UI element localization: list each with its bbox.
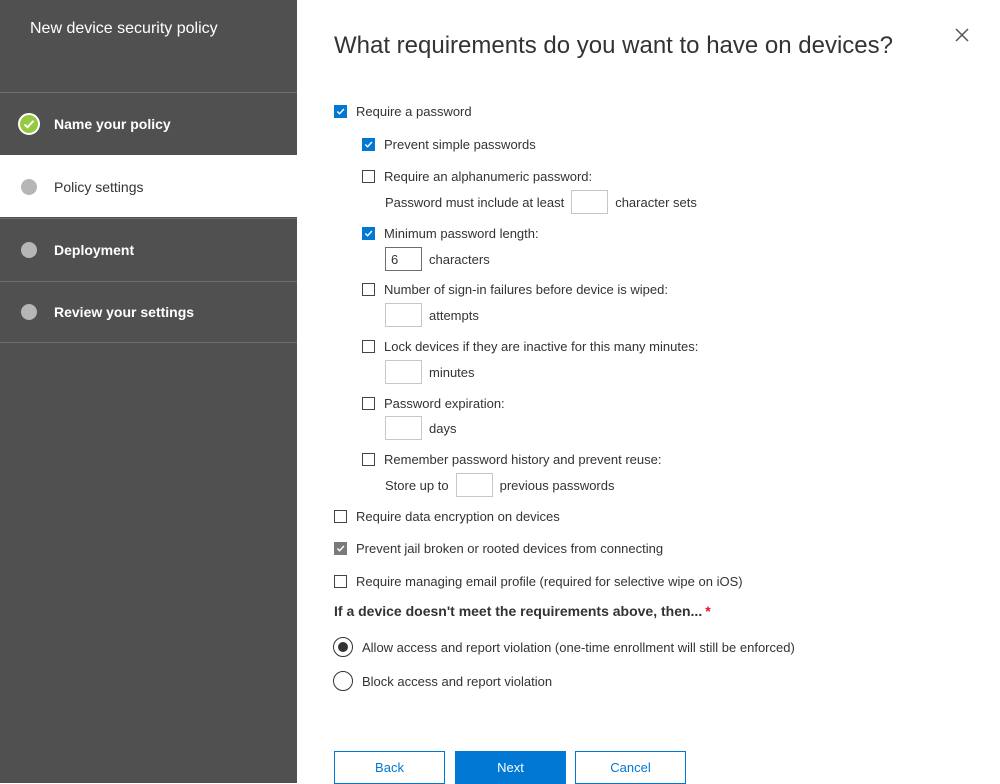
step-deployment[interactable]: Deployment xyxy=(0,218,297,280)
signin-failures-label: Number of sign-in failures before device… xyxy=(384,282,668,297)
require-password-option[interactable]: Require a password xyxy=(334,104,472,119)
expiration-label: Password expiration: xyxy=(384,396,505,411)
data-encryption-option[interactable]: Require data encryption on devices xyxy=(334,509,560,524)
previous-passwords-input[interactable] xyxy=(455,473,493,497)
wizard-title: New device security policy xyxy=(30,20,218,37)
history-suffix: previous passwords xyxy=(499,477,615,493)
violation-question: If a device doesn't meet the requirement… xyxy=(334,603,711,619)
history-prefix: Store up to xyxy=(385,477,449,493)
min-length-sub: characters xyxy=(385,247,490,271)
jailbreak-option: Prevent jail broken or rooted devices fr… xyxy=(334,541,663,556)
checkmark-icon xyxy=(364,141,373,148)
checkmark-icon xyxy=(336,545,345,552)
step-label: Deployment xyxy=(54,241,135,258)
radio-selected-dot xyxy=(338,642,348,652)
email-profile-checkbox[interactable] xyxy=(334,575,347,588)
expiration-checkbox[interactable] xyxy=(362,397,375,410)
history-label: Remember password history and prevent re… xyxy=(384,452,662,467)
block-access-radio[interactable] xyxy=(333,671,353,691)
require-password-checkbox[interactable] xyxy=(334,105,347,118)
prevent-simple-label: Prevent simple passwords xyxy=(384,137,536,152)
step-label: Review your settings xyxy=(54,304,195,320)
alphanumeric-sub: Password must include at least character… xyxy=(385,190,697,214)
prevent-simple-checkbox[interactable] xyxy=(362,138,375,151)
signin-failures-option[interactable]: Number of sign-in failures before device… xyxy=(362,282,668,297)
jailbreak-checkbox xyxy=(334,542,347,555)
close-icon[interactable] xyxy=(953,26,971,44)
back-button[interactable]: Back xyxy=(334,751,445,784)
alphanumeric-checkbox[interactable] xyxy=(362,170,375,183)
step-review-your-settings[interactable]: Review your settings xyxy=(0,281,297,343)
attempts-input[interactable] xyxy=(385,303,422,327)
signin-failures-checkbox[interactable] xyxy=(362,283,375,296)
lock-inactive-label: Lock devices if they are inactive for th… xyxy=(384,339,699,354)
history-sub: Store up to previous passwords xyxy=(385,473,615,497)
days-input[interactable] xyxy=(385,416,422,440)
required-mark: * xyxy=(705,603,711,619)
next-button[interactable]: Next xyxy=(455,751,566,784)
character-sets-input[interactable] xyxy=(571,190,609,214)
checkmark-icon xyxy=(336,108,345,115)
prevent-simple-option[interactable]: Prevent simple passwords xyxy=(362,137,536,152)
alphanumeric-prefix: Password must include at least xyxy=(385,194,565,210)
history-option[interactable]: Remember password history and prevent re… xyxy=(362,452,661,467)
data-encryption-label: Require data encryption on devices xyxy=(356,509,560,524)
minutes-input[interactable] xyxy=(385,360,422,384)
completed-step-icon xyxy=(18,112,40,135)
allow-access-option[interactable]: Allow access and report violation (one-t… xyxy=(333,637,795,657)
step-dot-icon xyxy=(21,241,37,258)
min-length-option[interactable]: Minimum password length: xyxy=(362,226,539,241)
step-dot-icon xyxy=(21,178,37,195)
expiration-option[interactable]: Password expiration: xyxy=(362,396,505,411)
step-name-your-policy[interactable]: Name your policy xyxy=(0,92,297,154)
email-profile-label: Require managing email profile (required… xyxy=(356,574,743,589)
min-length-suffix: characters xyxy=(429,251,490,267)
min-length-input[interactable] xyxy=(385,247,422,271)
block-access-label: Block access and report violation xyxy=(362,673,553,689)
alphanumeric-option[interactable]: Require an alphanumeric password: xyxy=(362,169,592,184)
min-length-checkbox[interactable] xyxy=(362,227,375,240)
step-label: Policy settings xyxy=(54,178,144,195)
min-length-label: Minimum password length: xyxy=(384,226,539,241)
days-suffix: days xyxy=(429,420,457,436)
minutes-suffix: minutes xyxy=(429,364,475,380)
step-policy-settings[interactable]: Policy settings xyxy=(0,155,297,217)
require-password-label: Require a password xyxy=(356,104,472,119)
jailbreak-label: Prevent jail broken or rooted devices fr… xyxy=(356,541,664,556)
block-access-option[interactable]: Block access and report violation xyxy=(333,671,552,691)
page-title: What requirements do you want to have on… xyxy=(334,32,893,59)
alphanumeric-suffix: character sets xyxy=(615,194,697,210)
step-label: Name your policy xyxy=(54,115,171,132)
history-checkbox[interactable] xyxy=(362,453,375,466)
cancel-button[interactable]: Cancel xyxy=(575,751,686,784)
attempts-suffix: attempts xyxy=(429,307,479,323)
wizard-sidebar: New device security policy Name your pol… xyxy=(0,0,297,783)
email-profile-option[interactable]: Require managing email profile (required… xyxy=(334,574,743,589)
data-encryption-checkbox[interactable] xyxy=(334,510,347,523)
expiration-sub: days xyxy=(385,416,456,440)
checkmark-icon xyxy=(364,230,373,237)
lock-inactive-sub: minutes xyxy=(385,360,475,384)
allow-access-radio[interactable] xyxy=(333,637,353,657)
lock-inactive-option[interactable]: Lock devices if they are inactive for th… xyxy=(362,339,698,354)
lock-inactive-checkbox[interactable] xyxy=(362,340,375,353)
alphanumeric-label: Require an alphanumeric password: xyxy=(384,169,593,184)
step-dot-icon xyxy=(21,304,37,320)
signin-failures-sub: attempts xyxy=(385,303,479,327)
allow-access-label: Allow access and report violation (one-t… xyxy=(362,639,795,655)
violation-question-text: If a device doesn't meet the requirement… xyxy=(334,603,703,619)
